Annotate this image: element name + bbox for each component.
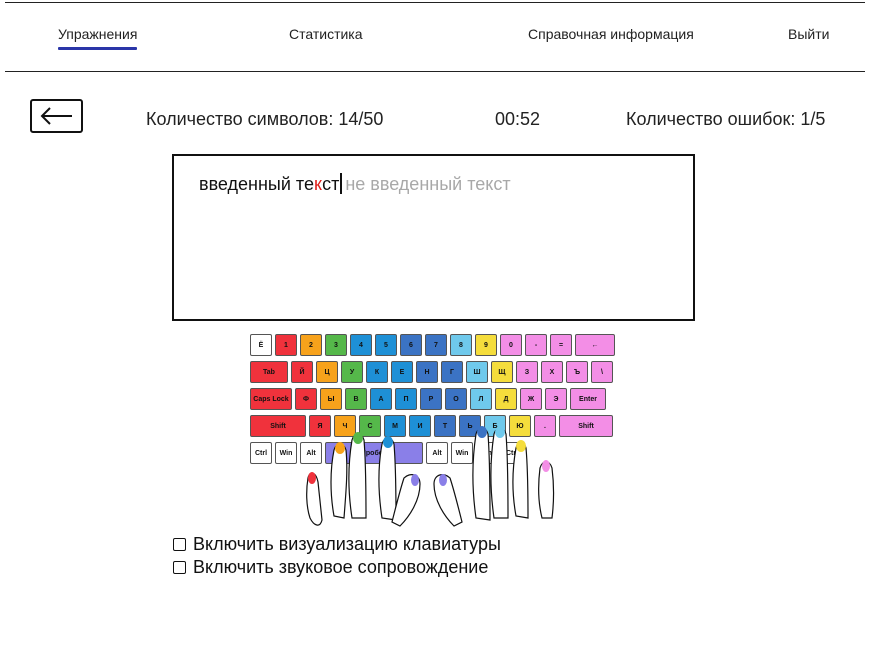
option-sound[interactable]: Включить звуковое сопровождение [173,557,488,578]
sound-label: Включить звуковое сопровождение [193,557,489,577]
key-1-0: Tab [250,361,288,383]
key-2-2: Ы [320,388,342,410]
key-0-6: 6 [400,334,422,356]
key-4-1: Win [275,442,297,464]
key-1-1: Й [291,361,313,383]
key-0-1: 1 [275,334,297,356]
key-0-0: Ё [250,334,272,356]
nav-exercises[interactable]: Упражнения [58,26,138,50]
key-2-1: Ф [295,388,317,410]
right-ring-finger [512,441,529,519]
key-2-3: В [345,388,367,410]
key-1-3: У [341,361,363,383]
right-thumb [433,474,463,527]
key-4-0: Ctrl [250,442,272,464]
key-0-5: 5 [375,334,397,356]
key-2-10: Ж [520,388,542,410]
key-1-7: Г [441,361,463,383]
nail-left-ring [335,442,345,454]
nail-left-pinky [308,472,316,484]
typing-text: введенный текст не введенный текст [199,173,511,195]
left-middle-finger [348,433,367,519]
typed-text: введенный те [199,174,314,194]
error-counter: Количество ошибок: 1/5 [626,109,826,129]
key-0-10: 0 [500,334,522,356]
right-middle-finger [490,427,509,519]
sound-checkbox[interactable] [173,561,186,574]
text-caret [340,173,343,194]
key-2-6: Р [420,388,442,410]
key-2-9: Д [495,388,517,410]
nav-statistics[interactable]: Статистика [289,26,363,42]
key-3-0: Shift [250,415,306,437]
nav-divider [5,71,865,72]
visualize-checkbox[interactable] [173,538,186,551]
key-1-2: Ц [316,361,338,383]
key-2-12: Enter [570,388,606,410]
nail-right-ring [516,440,526,452]
nail-left-index [383,436,393,448]
key-2-0: Caps Lock [250,388,292,410]
nail-right-pinky [542,460,550,472]
nav-reference[interactable]: Справочная информация [528,26,694,42]
key-2-11: Э [545,388,567,410]
nav-logout[interactable]: Выйти [788,26,829,42]
nail-right-middle [495,426,505,438]
key-0-13: ← [575,334,615,356]
key-1-5: Е [391,361,413,383]
right-index-finger [472,427,491,521]
left-index-finger [378,437,397,521]
key-1-6: Н [416,361,438,383]
main-nav: Упражнения Статистика Справочная информа… [0,0,870,71]
visualize-label: Включить визуализацию клавиатуры [193,534,501,554]
nail-left-middle [353,432,363,444]
key-0-4: 4 [350,334,372,356]
key-1-11: Х [541,361,563,383]
nail-right-thumb [439,474,447,486]
error-char: к [313,174,323,194]
key-1-9: Щ [491,361,513,383]
key-1-4: К [366,361,388,383]
key-1-10: З [516,361,538,383]
key-0-11: - [525,334,547,356]
pending-text: не введенный текст [345,174,511,194]
key-1-8: Ш [466,361,488,383]
key-1-13: \ [591,361,613,383]
key-1-12: Ъ [566,361,588,383]
key-2-5: П [395,388,417,410]
key-2-7: О [445,388,467,410]
typed-text-after-error: ст [322,174,340,194]
option-visualize[interactable]: Включить визуализацию клавиатуры [173,534,501,555]
nail-left-thumb [411,474,419,486]
key-0-3: 3 [325,334,347,356]
key-0-9: 9 [475,334,497,356]
key-0-12: = [550,334,572,356]
key-0-2: 2 [300,334,322,356]
nail-right-index [477,426,487,438]
timer: 00:52 [495,109,541,129]
back-button[interactable] [30,99,83,133]
key-2-8: Л [470,388,492,410]
key-0-8: 8 [450,334,472,356]
key-0-7: 7 [425,334,447,356]
typing-area[interactable]: введенный текст не введенный текст [172,154,695,321]
left-ring-finger [330,443,348,519]
symbol-counter: Количество символов: 14/50 [146,109,384,129]
arrow-left-icon [40,107,72,125]
hands-illustration [306,426,555,527]
key-2-4: А [370,388,392,410]
